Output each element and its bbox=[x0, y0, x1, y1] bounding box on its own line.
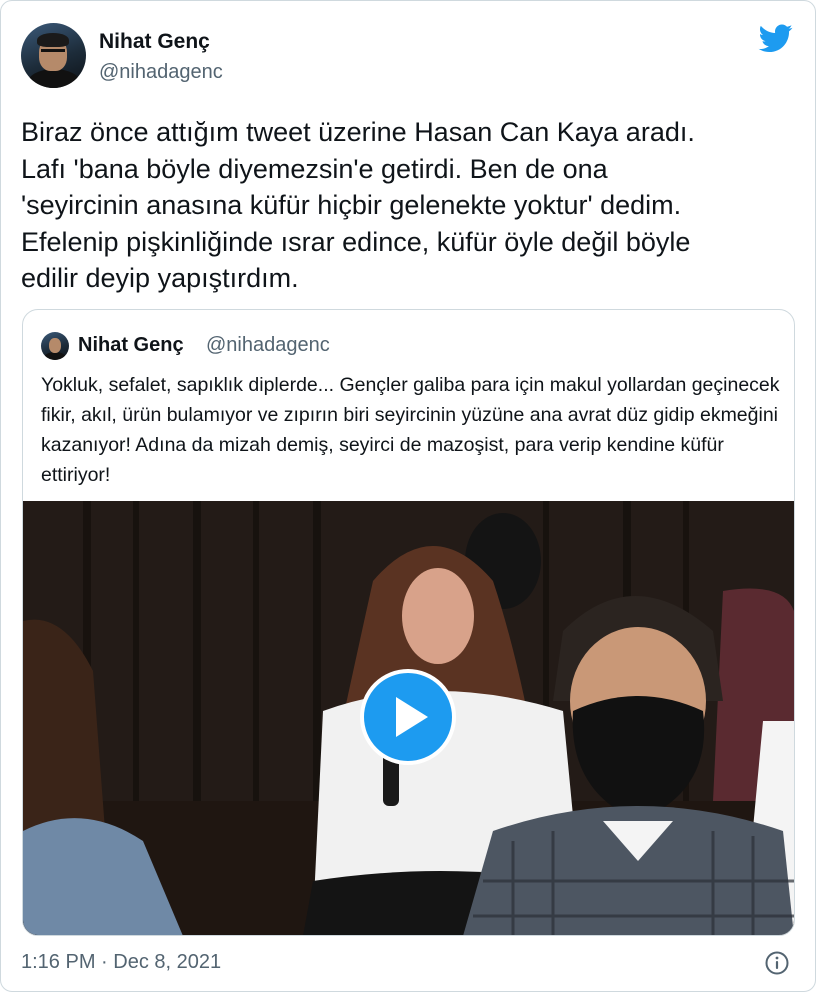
quoted-tweet[interactable]: Nihat Genç @nihadagenc Yokluk, sefalet, … bbox=[22, 309, 795, 936]
video-thumbnail[interactable] bbox=[23, 501, 794, 935]
avatar-face bbox=[49, 338, 61, 353]
avatar-figure bbox=[44, 352, 66, 360]
author-avatar[interactable] bbox=[21, 23, 86, 88]
avatar-figure bbox=[27, 69, 81, 88]
play-button[interactable] bbox=[360, 669, 456, 765]
quoted-author-name[interactable]: Nihat Genç bbox=[78, 334, 184, 357]
quoted-author-handle[interactable]: @nihadagenc bbox=[206, 334, 330, 357]
play-icon bbox=[396, 697, 428, 737]
tweet-card: Nihat Genç @nihadagenc Biraz önce attığı… bbox=[0, 0, 816, 992]
author-name[interactable]: Nihat Genç bbox=[99, 30, 210, 54]
tweet-timestamp[interactable]: 1:16 PM · Dec 8, 2021 bbox=[21, 951, 221, 974]
info-icon[interactable] bbox=[765, 951, 789, 975]
author-handle[interactable]: @nihadagenc bbox=[99, 61, 223, 84]
avatar-glasses bbox=[41, 49, 65, 58]
twitter-bird-icon[interactable] bbox=[756, 21, 796, 55]
quoted-author-avatar[interactable] bbox=[41, 332, 69, 360]
tweet-text: Biraz önce attığım tweet üzerine Hasan C… bbox=[21, 117, 695, 293]
quoted-tweet-text: Yokluk, sefalet, sapıklık diplerde... Ge… bbox=[41, 374, 780, 486]
avatar-hair bbox=[37, 33, 69, 47]
